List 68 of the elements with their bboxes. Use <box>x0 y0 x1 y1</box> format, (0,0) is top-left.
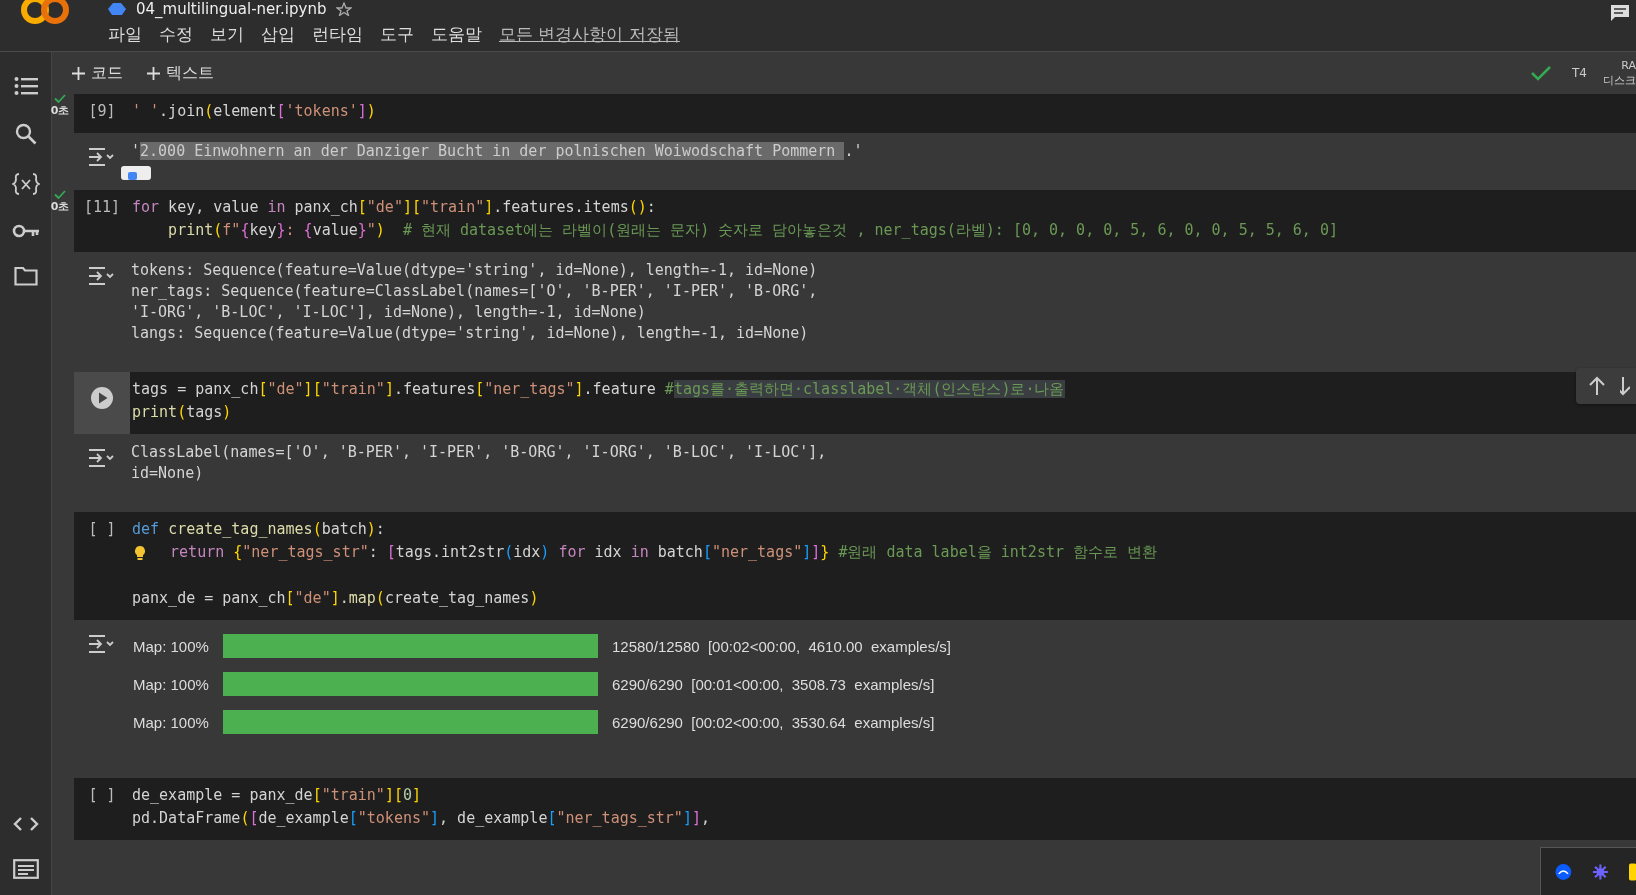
execution-count: [ ] <box>88 519 116 540</box>
output-toggle-icon[interactable] <box>88 448 114 468</box>
execution-count: [ ] <box>88 785 116 806</box>
output-line: ner_tags: Sequence(feature=ClassLabel(names=['O', 'B-PER', 'I-PER', 'B-ORG', <box>131 281 818 302</box>
menu-item[interactable]: 파일 <box>108 22 142 46</box>
move-up-icon[interactable] <box>1588 376 1606 396</box>
code-line: def create_tag_names(batch): <box>132 519 385 540</box>
move-down-icon[interactable] <box>1620 376 1630 396</box>
gear-icon[interactable] <box>1591 862 1609 881</box>
add-cell-button[interactable]: 코드 <box>66 60 129 86</box>
progress-label: Map: 100% <box>133 713 210 731</box>
menu-item[interactable]: 삽입 <box>261 22 295 46</box>
checkmark-icon <box>54 94 66 103</box>
comment-icon[interactable] <box>1610 4 1630 22</box>
menu-item[interactable]: 보기 <box>210 22 244 46</box>
output-line: langs: Sequence(feature=Value(dtype='string', id=None), length=-1, id=None) <box>131 323 810 344</box>
resource-label: 디스크 <box>1603 73 1636 88</box>
table-of-contents-icon[interactable] <box>13 76 38 96</box>
menu-item[interactable]: 도구 <box>380 22 414 46</box>
notebook-title[interactable]: 04_multilingual-ner.ipynb <box>136 0 327 18</box>
code-line: panx_de = panx_ch["de"].map(create_tag_names) <box>132 588 539 609</box>
add-cell-button[interactable]: 텍스트 <box>141 60 220 86</box>
progress-label: Map: 100% <box>133 675 210 693</box>
key-icon[interactable] <box>11 223 40 239</box>
output-line: tokens: Sequence(feature=Value(dtype='string', id=None), length=-1, id=None) <box>131 260 818 281</box>
runtime-label[interactable]: T4 <box>1572 66 1587 80</box>
save-status-link[interactable]: 모든 변경사항이 저장됨 <box>499 22 680 46</box>
search-icon[interactable] <box>14 123 37 145</box>
code-line: pd.DataFrame([de_example["tokens"], de_example["ner_tags_str"]], <box>132 808 710 829</box>
run-time: 0초 <box>50 103 70 118</box>
code-line: print(f"{key}: {value}") # 현재 dataset에는 라벨이(원래는 문자) 숫자로 담아놓은것 , ner_tags(라벨): [0, 0, 0, 0, 5, 6, 0, 0, 5, 5, 6, 0] <box>167 220 1338 241</box>
output-line: 'I-ORG', 'B-LOC', 'I-LOC'], id=None), length=-1, id=None) <box>131 302 647 323</box>
code-line: return {"ner_tags_str": [tags.int2str(idx) for idx in batch["ner_tags"]]} #원래 data label을 int2str 함수로 변환 <box>169 542 1158 563</box>
code-line: ' '.join(element['tokens']) <box>132 101 376 122</box>
output-toggle-icon[interactable] <box>88 147 114 167</box>
app-tray-icon[interactable] <box>1555 862 1572 881</box>
output-line: ClassLabel(names=['O', 'B-PER', 'I-PER', 'B-ORG', 'I-ORG', 'B-LOC', 'I-LOC'], <box>131 442 827 463</box>
menu-item[interactable]: 도움말 <box>431 22 482 46</box>
output-toggle-icon[interactable] <box>88 634 114 654</box>
code-snippets-icon[interactable] <box>12 816 39 832</box>
output-line: id=None) <box>131 463 205 484</box>
plus-icon <box>72 66 85 80</box>
output-toggle-icon[interactable] <box>88 266 114 286</box>
code-line: print(tags) <box>132 402 232 423</box>
code-line: for key, value in panx_ch["de"]["train"].features.items(): <box>132 197 656 218</box>
resource-label: RA <box>1621 58 1636 73</box>
checkmark-icon <box>1530 65 1553 81</box>
progress-stats: 6290/6290 [00:01<00:00, 3508.73 examples/s] <box>612 675 935 693</box>
progress-stats: 6290/6290 [00:02<00:00, 3530.64 examples/s] <box>612 713 935 731</box>
star-icon[interactable] <box>336 2 353 16</box>
terminal-icon[interactable] <box>12 859 39 879</box>
app-tray-icon[interactable] <box>1628 862 1636 881</box>
code-line: tags = panx_ch["de"]["train"].features["ner_tags"].feature #tags를·출력하면·classlabel·객체(인스탄스)로·나옴 <box>132 379 1065 400</box>
execution-count: [11] <box>83 197 121 218</box>
run-time: 0초 <box>50 199 70 214</box>
plus-icon <box>147 66 160 80</box>
logo-icon <box>20 0 70 26</box>
run-button[interactable] <box>90 386 114 410</box>
folder-icon[interactable] <box>13 266 38 286</box>
execution-count: [9] <box>88 101 116 122</box>
progress-stats: 12580/12580 [00:02<00:00, 4610.00 examples/s] <box>612 637 952 655</box>
lightbulb-icon[interactable] <box>134 544 146 561</box>
menu-item[interactable]: 런타임 <box>312 22 363 46</box>
code-line: de_example = panx_de["train"][0] <box>132 785 421 806</box>
checkmark-icon <box>54 190 66 199</box>
variables-icon[interactable] <box>11 172 40 196</box>
menu-item[interactable]: 수정 <box>159 22 193 46</box>
progress-label: Map: 100% <box>133 637 210 655</box>
